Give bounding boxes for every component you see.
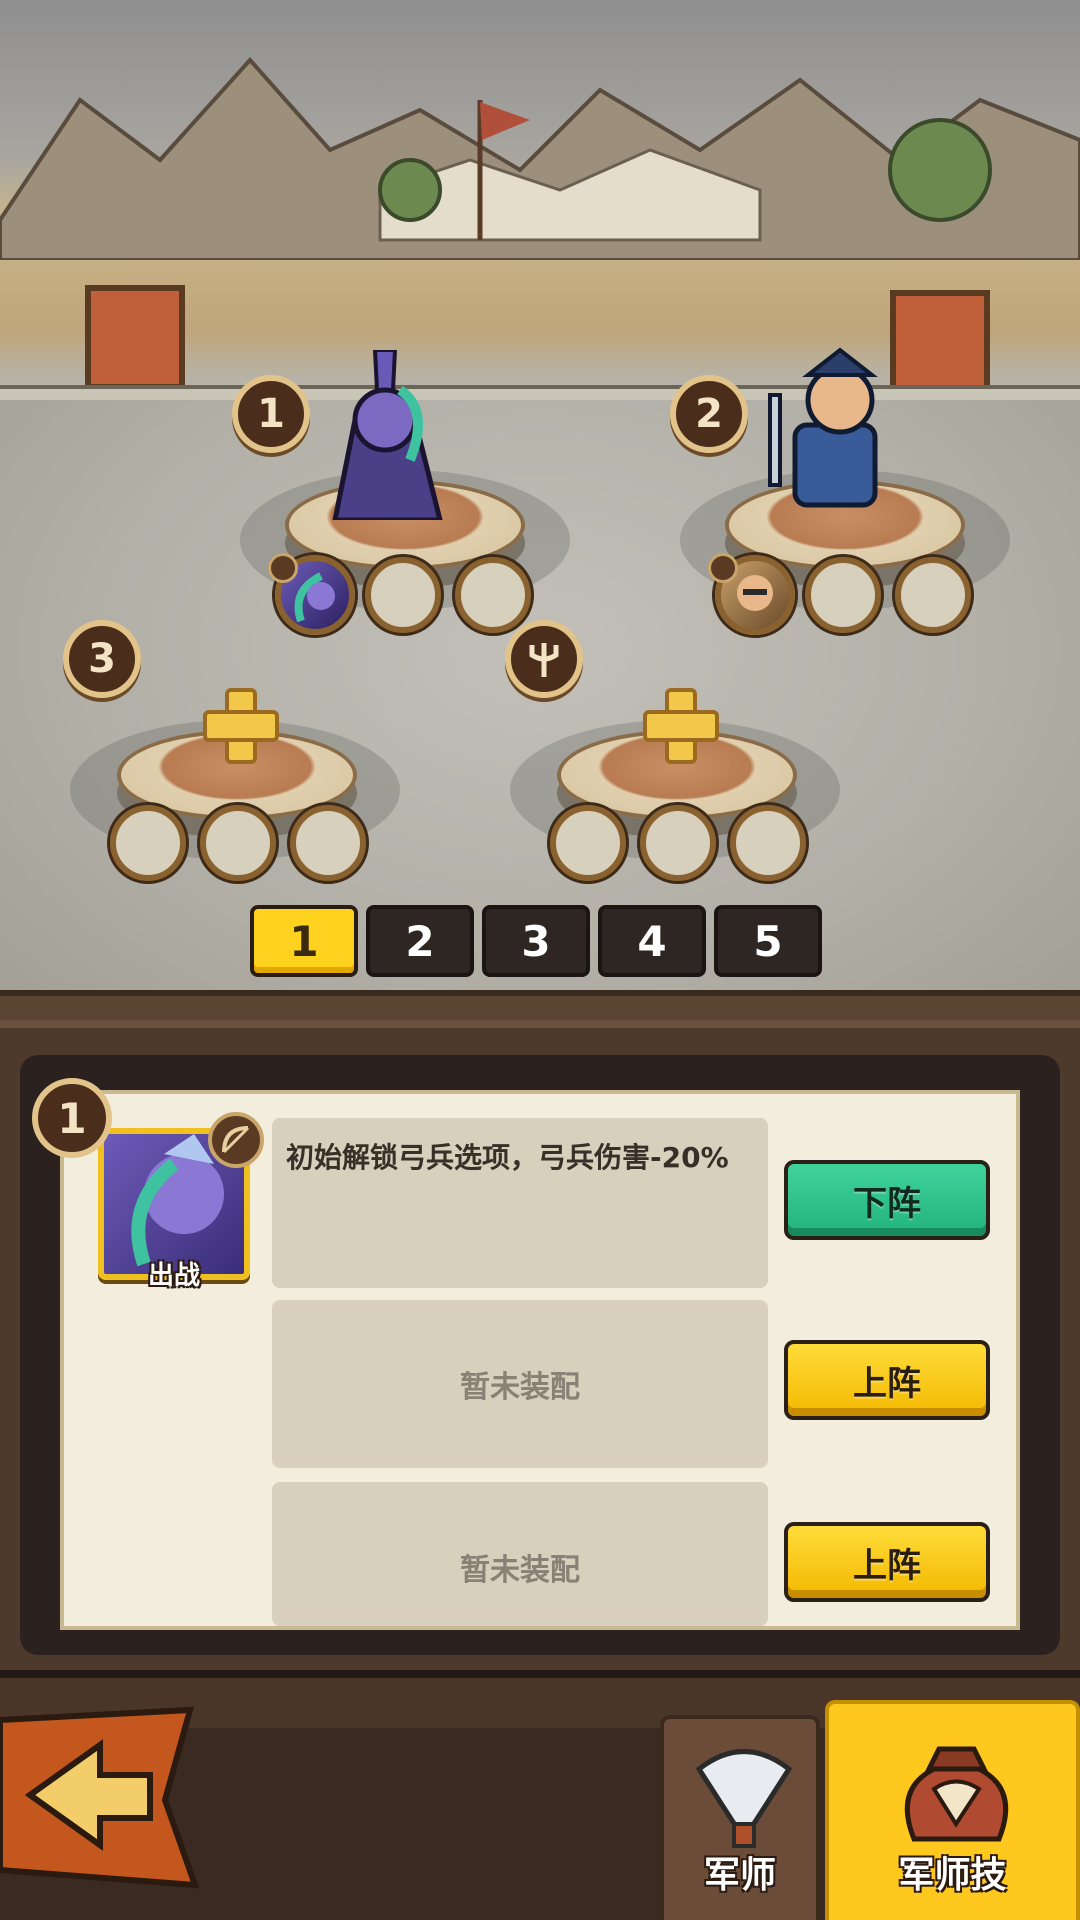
trident-icon bbox=[505, 620, 583, 698]
skill-slot-3: 暂未装配 bbox=[272, 1482, 768, 1626]
page-tab-4[interactable]: 4 bbox=[598, 905, 706, 977]
add-hero-icon[interactable] bbox=[203, 688, 279, 764]
pouch-icon bbox=[904, 1746, 1009, 1842]
slot-3-empty-1[interactable] bbox=[110, 805, 186, 881]
slot-number-3: 3 bbox=[63, 620, 141, 698]
page-tab-3[interactable]: 3 bbox=[482, 905, 590, 977]
slot-4-empty-2[interactable] bbox=[640, 805, 716, 881]
skill-slot-1: 初始解锁弓兵选项，弓兵伤害-20% bbox=[272, 1118, 768, 1288]
slot-number-2: 2 bbox=[670, 375, 748, 453]
slot-4-empty-3[interactable] bbox=[730, 805, 806, 881]
axe-icon bbox=[708, 553, 738, 583]
slot-1-empty-1[interactable] bbox=[365, 557, 441, 633]
page-tab-5[interactable]: 5 bbox=[714, 905, 822, 977]
slot-3-empty-2[interactable] bbox=[200, 805, 276, 881]
slot-1-empty-2[interactable] bbox=[455, 557, 531, 633]
empty-slot-label: 暂未装配 bbox=[460, 1553, 580, 1588]
tab-strategist-skill[interactable]: 军师技 bbox=[825, 1700, 1080, 1920]
add-hero-icon[interactable] bbox=[643, 688, 719, 764]
tab-strategist-label: 军师 bbox=[703, 1855, 776, 1896]
empty-slot-label: 暂未装配 bbox=[460, 1370, 580, 1405]
scene-border bbox=[0, 990, 1080, 1020]
remove-skill-button[interactable]: 下阵 bbox=[784, 1160, 990, 1240]
hero-blue-swordsman[interactable] bbox=[760, 345, 910, 515]
bow-icon bbox=[268, 553, 298, 583]
slot-2-empty-2[interactable] bbox=[895, 557, 971, 633]
formation-page-tabs: 1 2 3 4 5 bbox=[250, 905, 822, 977]
slot-2-empty-1[interactable] bbox=[805, 557, 881, 633]
slot-number-1: 1 bbox=[232, 375, 310, 453]
card-slot-number: 1 bbox=[32, 1078, 112, 1158]
equip-skill-button[interactable]: 上阵 bbox=[784, 1340, 990, 1420]
page-tab-2[interactable]: 2 bbox=[366, 905, 474, 977]
skill-description: 初始解锁弓兵选项，弓兵伤害-20% bbox=[286, 1141, 729, 1174]
tab-strategist-skill-label: 军师技 bbox=[898, 1855, 1007, 1896]
slot-3-empty-3[interactable] bbox=[290, 805, 366, 881]
background-mountains bbox=[0, 57, 1080, 260]
deployed-label: 出战 bbox=[147, 1261, 200, 1291]
tab-strategist[interactable]: 军师 bbox=[660, 1715, 820, 1920]
hero-dark-strategist[interactable] bbox=[315, 350, 455, 520]
back-arrow-icon[interactable] bbox=[0, 1700, 200, 1890]
slot-4-empty-1[interactable] bbox=[550, 805, 626, 881]
bow-class-icon bbox=[208, 1112, 264, 1168]
equip-skill-button[interactable]: 上阵 bbox=[784, 1522, 990, 1602]
skill-slot-2: 暂未装配 bbox=[272, 1300, 768, 1468]
battlefield-scene: 1 2 3 bbox=[0, 0, 1080, 1020]
left-banner bbox=[85, 285, 185, 390]
page-tab-1[interactable]: 1 bbox=[250, 905, 358, 977]
feather-fan-icon bbox=[695, 1749, 793, 1848]
